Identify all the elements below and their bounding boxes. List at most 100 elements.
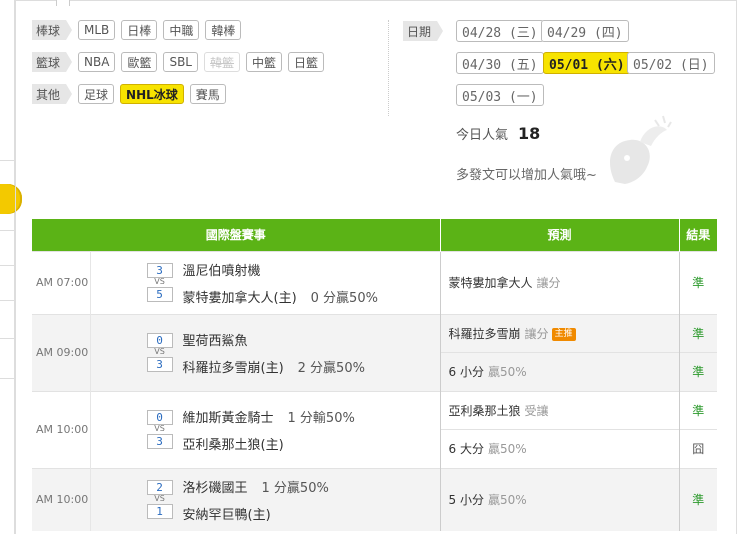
- match-time: AM 07:00: [32, 250, 91, 314]
- team-home: 維加斯黃金騎士 1 分輸50%: [183, 407, 355, 426]
- team-away: 安納罕巨鴨(主): [183, 504, 329, 523]
- prediction-text: 亞利桑那土狼: [448, 403, 521, 418]
- date-tab[interactable]: 04/30 (五): [456, 52, 544, 74]
- table-row: AM 09:00 0 VS 3 聖荷西鯊魚 科羅拉多雪崩(主) 2 分贏50% 科羅拉多雪崩讓…: [32, 313, 717, 391]
- handicap-note: 2 分贏50%: [297, 360, 365, 376]
- team-away: 亞利桑那土狼(主): [183, 434, 355, 453]
- result-cell: 準: [679, 250, 717, 314]
- sport-tag[interactable]: 中籃: [246, 52, 283, 72]
- handicap-note: 1 分贏50%: [261, 480, 329, 496]
- decorative-character-icon: [610, 115, 672, 184]
- sport-tag[interactable]: 足球: [78, 84, 115, 104]
- score-column: 0 VS 3: [145, 410, 175, 449]
- table-row: AM 10:00 2 VS 1 洛杉磯國王 1 分贏50% 安納罕巨鴨(主) 5 小分 贏50%…: [32, 467, 717, 531]
- table-body: AM 07:00 3 VS 5 溫尼伯噴射機 蒙特婁加拿大人(主) 0 分贏50% 蒙特婁加拿…: [32, 250, 717, 531]
- match-box: 3 VS 5 溫尼伯噴射機蒙特婁加拿大人(主) 0 分贏50%: [91, 252, 440, 314]
- match-box: 0 VS 3 聖荷西鯊魚科羅拉多雪崩(主) 2 分贏50%: [91, 315, 440, 391]
- date-tab[interactable]: 05/02 (日): [627, 52, 715, 74]
- popularity-hint: 多發文可以增加人氣哦~: [456, 168, 597, 183]
- date-tab[interactable]: 05/03 (一): [456, 84, 544, 106]
- vs-label: VS: [154, 424, 165, 433]
- team-name[interactable]: 安納罕巨鴨(主): [183, 504, 271, 523]
- prediction-cell: 6 小分 贏50%: [440, 352, 680, 391]
- header-prediction: 預測: [440, 219, 680, 251]
- sport-tag[interactable]: MLB: [78, 20, 116, 40]
- team-name[interactable]: 聖荷西鯊魚: [183, 330, 248, 349]
- date-tab[interactable]: 04/29 (四): [541, 20, 629, 42]
- sidebar-divider: [0, 378, 14, 379]
- prediction-text: 5 小分: [448, 493, 484, 507]
- away-score: 1: [146, 504, 173, 519]
- result-cell: 囧: [679, 429, 717, 468]
- match-cell: 3 VS 5 溫尼伯噴射機蒙特婁加拿大人(主) 0 分贏50%: [90, 250, 441, 314]
- home-score: 0: [146, 410, 173, 425]
- table-row: AM 07:00 3 VS 5 溫尼伯噴射機蒙特婁加拿大人(主) 0 分贏50% 蒙特婁加拿…: [32, 250, 717, 314]
- prediction-sub: 贏50%: [487, 442, 527, 457]
- sport-tag[interactable]: 韓棒: [205, 20, 242, 40]
- sport-tag[interactable]: 中職: [163, 20, 200, 40]
- match-time: AM 10:00: [32, 390, 91, 468]
- team-away: 蒙特婁加拿大人(主) 0 分贏50%: [183, 287, 378, 306]
- sport-tag[interactable]: 賽馬: [189, 84, 226, 104]
- date-tab[interactable]: 04/28 (三): [456, 20, 544, 42]
- score-column: 0 VS 3: [145, 333, 175, 372]
- prediction-text: 6 大分: [448, 442, 484, 457]
- date-tab[interactable]: 05/01 (六): [543, 52, 631, 74]
- result-cell: 準: [679, 352, 717, 391]
- sidebar-divider: [0, 230, 14, 231]
- prediction-sub: 受讓: [524, 403, 549, 418]
- sport-tag[interactable]: 日棒: [121, 20, 158, 40]
- filter-row: 籃球 NBA 歐籃 SBL 韓籃 中籃 日籃: [32, 52, 325, 72]
- sidebar-divider: [0, 338, 14, 339]
- team-name[interactable]: 維加斯黃金騎士: [183, 407, 274, 426]
- date-category-label: 日期: [403, 21, 444, 41]
- vs-label: VS: [154, 347, 165, 356]
- prediction-sub: 讓分: [524, 326, 549, 341]
- match-table: 國際盤賽事 預測 結果 AM 07:00 3 VS 5 溫尼伯噴射機 蒙特婁加拿大人(主)…: [32, 219, 717, 531]
- filter-row: 棒球 MLB 日棒 中職 韓棒: [32, 20, 242, 40]
- away-score: 5: [146, 287, 173, 302]
- sport-tag[interactable]: NBA: [78, 52, 116, 72]
- match-box: 2 VS 1 洛杉磯國王 1 分贏50% 安納罕巨鴨(主): [91, 469, 440, 531]
- away-score: 3: [146, 357, 173, 372]
- sport-tag: 韓籃: [204, 52, 241, 72]
- score-column: 3 VS 5: [145, 263, 175, 302]
- score-column: 2 VS 1: [145, 480, 175, 519]
- handicap-note: 0 分贏50%: [310, 290, 378, 306]
- home-score: 0: [146, 333, 173, 348]
- team-name[interactable]: 亞利桑那土狼(主): [183, 434, 284, 453]
- handicap-note: 1 分輸50%: [287, 410, 355, 426]
- team-name[interactable]: 洛杉磯國王: [183, 477, 248, 496]
- sport-tag[interactable]: 歐籃: [121, 52, 158, 72]
- sport-tag[interactable]: NHL冰球: [120, 84, 184, 104]
- result-cell: 準: [679, 467, 717, 531]
- match-cell: 0 VS 3 維加斯黃金騎士 1 分輸50% 亞利桑那土狼(主): [90, 390, 441, 468]
- vs-label: VS: [154, 277, 165, 286]
- left-sidebar: [0, 0, 15, 534]
- sport-tag[interactable]: SBL: [163, 52, 198, 72]
- prediction-sub: 讓分: [536, 276, 561, 290]
- prediction-text: 科羅拉多雪崩: [448, 326, 521, 341]
- sidebar-divider: [0, 265, 14, 266]
- team-name[interactable]: 溫尼伯噴射機: [183, 260, 261, 279]
- result-cell: 準: [679, 313, 717, 353]
- team-home: 聖荷西鯊魚: [183, 330, 365, 349]
- team-name[interactable]: 蒙特婁加拿大人(主): [183, 287, 297, 306]
- page-root: 棒球 MLB 日棒 中職 韓棒 籃球 NBA 歐籃 SBL 韓籃 中籃 日籃 其他 足球 NHL冰球 賽馬 日…: [0, 0, 743, 534]
- away-score: 3: [146, 434, 173, 449]
- filter-category-label: 其他: [32, 84, 73, 104]
- featured-badge: 主推: [551, 327, 576, 341]
- prediction-sub: 贏50%: [487, 493, 527, 507]
- sport-tag[interactable]: 日籃: [288, 52, 325, 72]
- match-time: AM 10:00: [32, 467, 91, 531]
- result-cell: 準: [679, 390, 717, 430]
- team-name[interactable]: 科羅拉多雪崩(主): [183, 357, 284, 376]
- prediction-cell: 科羅拉多雪崩 讓分 主推: [440, 313, 680, 353]
- home-score: 2: [146, 480, 173, 495]
- team-away: 科羅拉多雪崩(主) 2 分贏50%: [183, 357, 365, 376]
- match-box: 0 VS 3 維加斯黃金騎士 1 分輸50% 亞利桑那土狼(主): [91, 392, 440, 468]
- match-cell: 2 VS 1 洛杉磯國王 1 分贏50% 安納罕巨鴨(主): [90, 467, 441, 531]
- prediction-cell: 亞利桑那土狼 受讓: [440, 390, 680, 430]
- sidebar-divider: [0, 300, 14, 301]
- prediction-text: 6 小分: [448, 365, 484, 380]
